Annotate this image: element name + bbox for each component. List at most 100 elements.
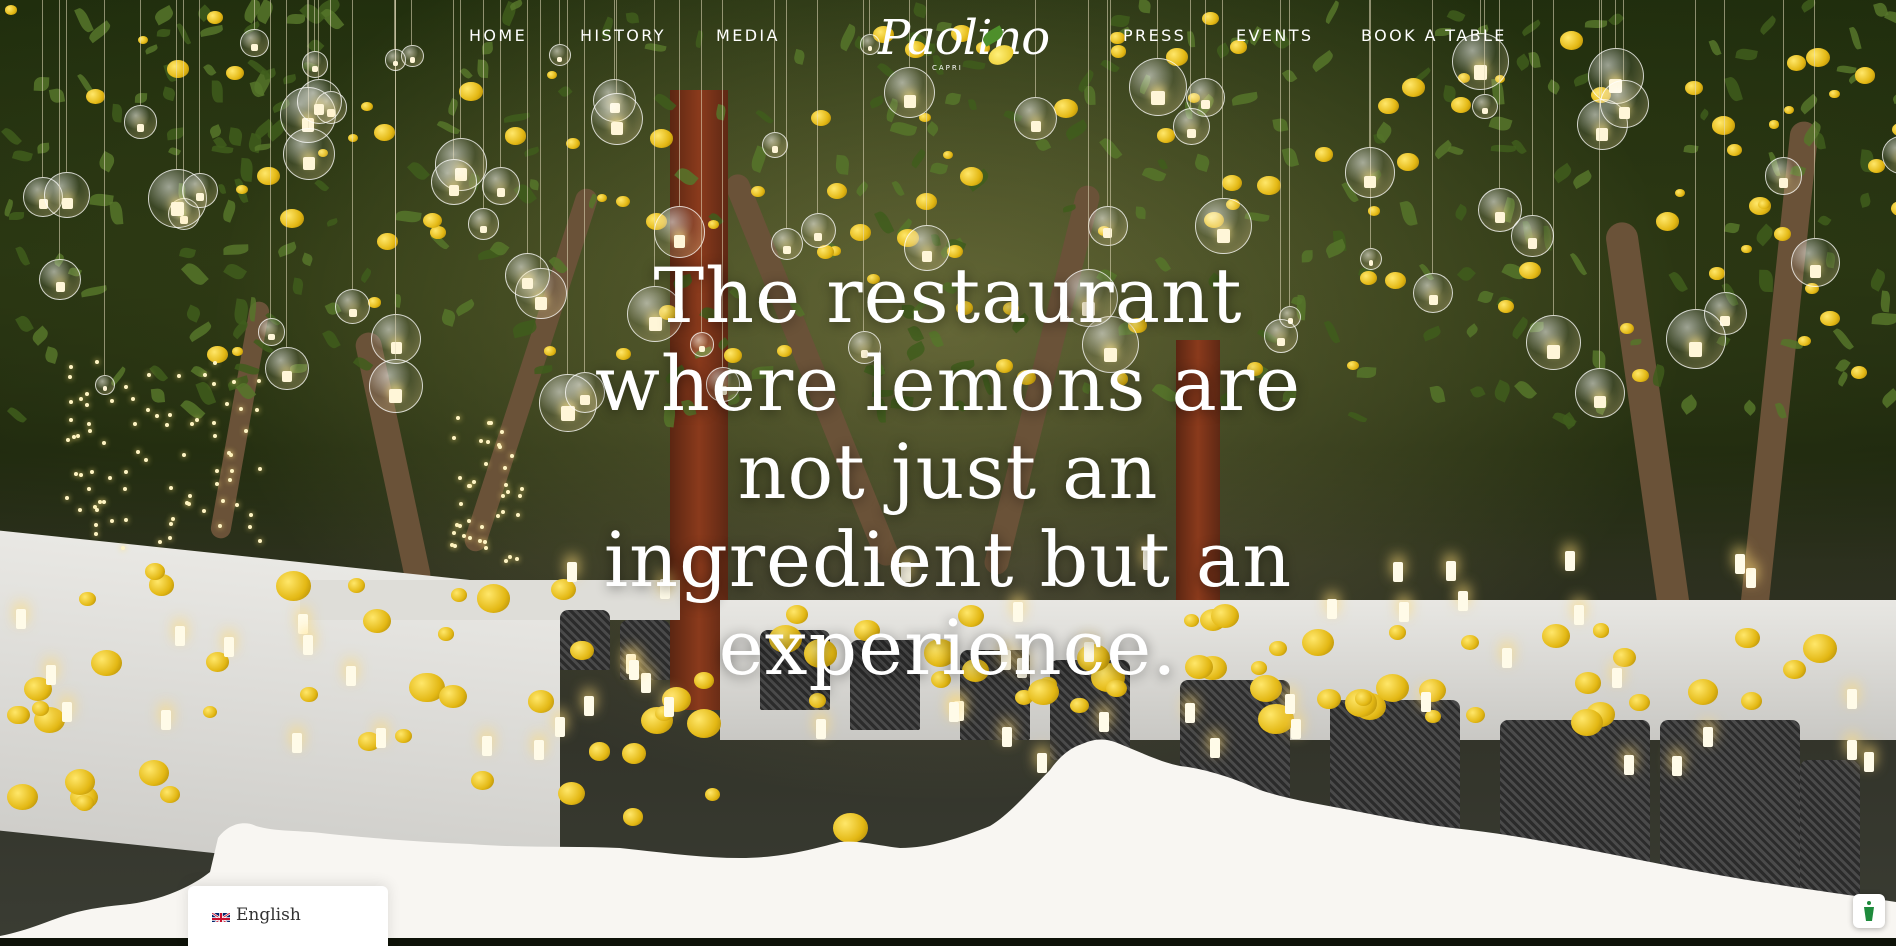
table-candle (1290, 718, 1301, 739)
lemon (280, 208, 305, 228)
fairy-light (76, 434, 81, 438)
glass-candle-orb (240, 28, 269, 58)
nav-events-link[interactable]: EVENTS (1236, 26, 1313, 45)
table-lemon (7, 705, 30, 725)
fairy-light (120, 545, 125, 550)
hanging-string (1614, 0, 1616, 49)
nav-history-link[interactable]: HISTORY (580, 26, 666, 45)
fairy-light (68, 365, 73, 370)
lemon-leaf (891, 179, 905, 198)
woven-chair (1500, 720, 1650, 870)
fairy-light (102, 440, 107, 445)
hanging-string (351, 0, 353, 290)
hanging-string (1694, 0, 1696, 309)
hanging-string (459, 0, 461, 139)
nav-home-link[interactable]: HOME (469, 26, 527, 45)
table-candle (1624, 754, 1635, 775)
lemon (430, 226, 446, 239)
nav-media-link[interactable]: MEDIA (716, 26, 780, 45)
lemon-leaf (15, 244, 31, 266)
lemon-leaf (217, 183, 226, 195)
glass-candle-orb (800, 213, 836, 249)
lemon-leaf (1083, 86, 1096, 106)
nav-book-table-link[interactable]: BOOK A TABLE (1361, 26, 1507, 45)
table-candle (533, 739, 544, 760)
lemon-leaf (792, 48, 806, 66)
fairy-light (505, 490, 510, 495)
table-candle (1501, 647, 1512, 668)
language-switcher[interactable]: English (188, 886, 388, 946)
paolino-logo[interactable]: Paolino CAPRI (878, 10, 1050, 76)
table-candle (1184, 703, 1195, 724)
fairy-light (84, 403, 89, 408)
lemon-leaf (43, 346, 60, 365)
glass-candle-orb (1764, 157, 1803, 196)
fairy-light (211, 382, 216, 387)
lemon (596, 193, 608, 203)
lemon (616, 195, 631, 207)
fairy-light (483, 545, 488, 550)
lemon (751, 185, 766, 197)
lemon (1709, 267, 1725, 280)
table-lemon (139, 760, 170, 786)
lemon-leaf (168, 145, 182, 158)
hanging-string (66, 0, 68, 173)
lemon-leaf (1422, 325, 1443, 342)
lemon (1222, 175, 1242, 192)
lemon (459, 82, 483, 101)
hanging-string (1087, 0, 1089, 270)
fairy-light (131, 397, 136, 402)
fairy-light (86, 422, 91, 427)
lemon-leaf (1683, 143, 1699, 154)
lemon-leaf (853, 180, 870, 197)
glass-candle-orb (368, 359, 423, 414)
fairy-light (158, 539, 163, 544)
glass-candle-orb (1790, 237, 1840, 287)
lemon-leaf (255, 143, 272, 151)
table-candle (1847, 739, 1858, 760)
lemon-leaf (1464, 323, 1480, 339)
hanging-string (1368, 0, 1370, 148)
fairy-light (84, 391, 89, 396)
lemon (546, 70, 558, 80)
fairy-light (227, 477, 232, 482)
privacy-consent-button[interactable] (1853, 894, 1885, 928)
hanging-string (139, 0, 141, 106)
lemon (1157, 128, 1175, 143)
fairy-light (94, 360, 99, 365)
nav-press-link[interactable]: PRESS (1123, 26, 1186, 45)
lemon-leaf (1735, 47, 1759, 63)
lemon (811, 109, 832, 126)
lemon (207, 345, 229, 363)
fairy-light (453, 543, 458, 548)
lemon-leaf (945, 92, 962, 107)
lemon (1891, 200, 1896, 216)
lemon-leaf (1490, 144, 1516, 153)
fairy-light (472, 479, 477, 484)
lemon-leaf (1469, 384, 1487, 401)
table-lemon (1783, 659, 1806, 679)
lemon (1768, 120, 1780, 129)
table-lemon (1070, 697, 1089, 714)
lemon (1820, 310, 1840, 326)
lemon (1851, 366, 1868, 379)
glass-candle-orb (265, 346, 309, 391)
fairy-light (170, 517, 175, 522)
lemon-leaf (178, 245, 196, 260)
table-candle (1393, 562, 1404, 583)
lemon-leaf (222, 245, 249, 256)
lemon-leaf (1798, 94, 1820, 115)
fairy-light (65, 495, 70, 500)
lemon-leaf (395, 208, 422, 224)
lemon-leaf (1063, 119, 1089, 141)
table-candle (302, 635, 313, 656)
table-candle (949, 701, 960, 722)
lemon-leaf (1835, 357, 1851, 374)
lemon-leaf (1879, 388, 1896, 409)
lemon (504, 127, 527, 145)
table-lemon (622, 808, 644, 826)
fairy-light (167, 536, 172, 541)
fairy-light (109, 518, 114, 523)
hanging-string (183, 0, 185, 199)
lemon-leaf (211, 80, 224, 104)
